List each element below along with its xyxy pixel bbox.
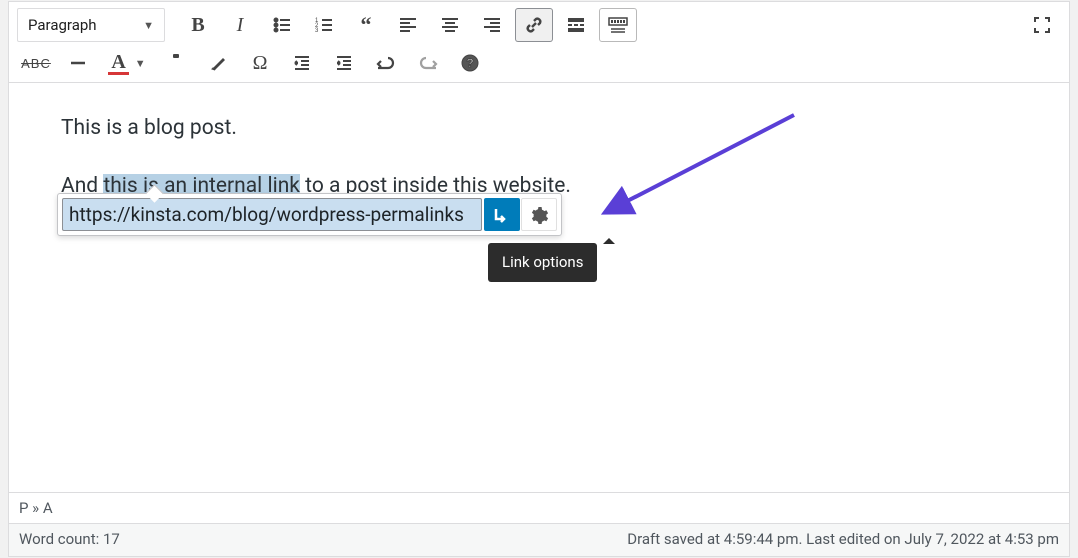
editor-content[interactable]: This is a blog post. And this is an inte… xyxy=(9,83,1069,492)
redo-button[interactable] xyxy=(409,46,447,80)
blockquote-button[interactable]: “ xyxy=(347,8,385,42)
special-character-button[interactable]: Ω xyxy=(241,46,279,80)
svg-text:T: T xyxy=(173,59,179,69)
text-color-button[interactable]: A ▼ xyxy=(101,46,153,80)
clear-formatting-button[interactable] xyxy=(199,46,237,80)
link-popup xyxy=(57,193,562,236)
horizontal-rule-button[interactable] xyxy=(59,46,97,80)
read-more-button[interactable] xyxy=(557,8,595,42)
toolbar-toggle-button[interactable] xyxy=(599,8,637,42)
editor-footer: P » A Word count: 17 Draft saved at 4:59… xyxy=(9,492,1069,556)
align-left-button[interactable] xyxy=(389,8,427,42)
bullet-list-button[interactable] xyxy=(263,8,301,42)
element-path[interactable]: P » A xyxy=(9,493,1069,524)
format-label: Paragraph xyxy=(28,16,97,34)
fullscreen-button[interactable] xyxy=(1023,8,1061,42)
svg-text:3: 3 xyxy=(315,28,319,34)
numbered-list-button[interactable]: 123 xyxy=(305,8,343,42)
help-button[interactable]: ? xyxy=(451,46,489,80)
svg-text:?: ? xyxy=(466,56,473,70)
align-right-button[interactable] xyxy=(473,8,511,42)
word-count: Word count: 17 xyxy=(19,530,120,548)
chevron-down-icon: ▼ xyxy=(143,19,154,32)
text-color-icon: A xyxy=(108,52,128,75)
editor-wrapper: Paragraph ▼ B I 123 “ xyxy=(8,1,1070,557)
strikethrough-button[interactable]: ABC xyxy=(17,46,55,80)
format-dropdown[interactable]: Paragraph ▼ xyxy=(17,8,165,42)
outdent-button[interactable] xyxy=(283,46,321,80)
italic-button[interactable]: I xyxy=(221,8,259,42)
undo-button[interactable] xyxy=(367,46,405,80)
align-center-button[interactable] xyxy=(431,8,469,42)
bold-button[interactable]: B xyxy=(179,8,217,42)
paragraph: This is a blog post. xyxy=(61,113,1017,145)
link-settings-button[interactable] xyxy=(521,198,557,231)
link-url-input[interactable] xyxy=(62,198,482,231)
save-status: Draft saved at 4:59:44 pm. Last edited o… xyxy=(627,530,1059,548)
link-button[interactable] xyxy=(515,8,553,42)
tooltip: Link options xyxy=(488,243,597,282)
chevron-down-icon: ▼ xyxy=(135,57,146,70)
paste-as-text-button[interactable]: T xyxy=(157,46,195,80)
toolbar: Paragraph ▼ B I 123 “ xyxy=(9,2,1069,83)
apply-link-button[interactable] xyxy=(484,198,520,231)
indent-button[interactable] xyxy=(325,46,363,80)
